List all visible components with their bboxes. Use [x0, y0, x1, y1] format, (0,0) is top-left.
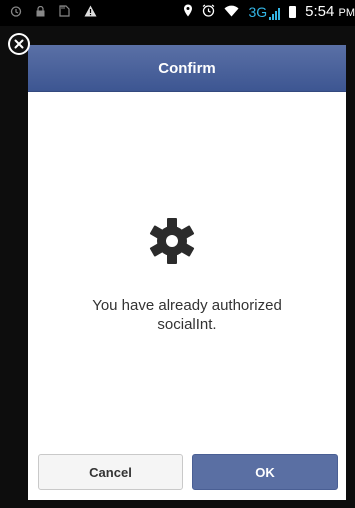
close-dialog-button[interactable]	[8, 33, 30, 55]
message-line-2: socialInt.	[157, 316, 217, 333]
message-line-1: You have already authorized	[92, 297, 282, 314]
location-icon	[183, 4, 193, 19]
battery-icon	[289, 5, 297, 18]
signal-strength-icon	[269, 7, 281, 20]
status-left-icons	[10, 5, 97, 19]
sd-card-icon	[59, 5, 70, 19]
alarm-icon	[10, 5, 22, 19]
confirm-dialog: Confirm You have already authorized soci…	[28, 45, 346, 500]
dialog-body: You have already authorized socialInt.	[28, 92, 346, 447]
cancel-button[interactable]: Cancel	[38, 454, 183, 490]
dialog-footer: Cancel OK	[28, 446, 346, 500]
authorization-message: You have already authorized socialInt.	[28, 296, 346, 334]
lock-icon	[36, 5, 45, 19]
status-time-suffix: PM	[338, 7, 355, 19]
wifi-icon	[224, 5, 239, 19]
network-type-label: 3G	[248, 3, 268, 20]
warning-icon	[84, 5, 97, 19]
status-right-icons: 3G 5:54 PM	[183, 3, 355, 20]
status-time: 5:54 PM	[305, 3, 355, 20]
dialog-header: Confirm	[28, 45, 346, 92]
status-bar: 3G 5:54 PM	[0, 0, 355, 26]
alarm-clock-icon	[202, 4, 215, 19]
dialog-title: Confirm	[158, 59, 216, 77]
ok-button[interactable]: OK	[192, 454, 338, 490]
close-icon	[10, 35, 28, 53]
gear-icon	[148, 217, 196, 265]
